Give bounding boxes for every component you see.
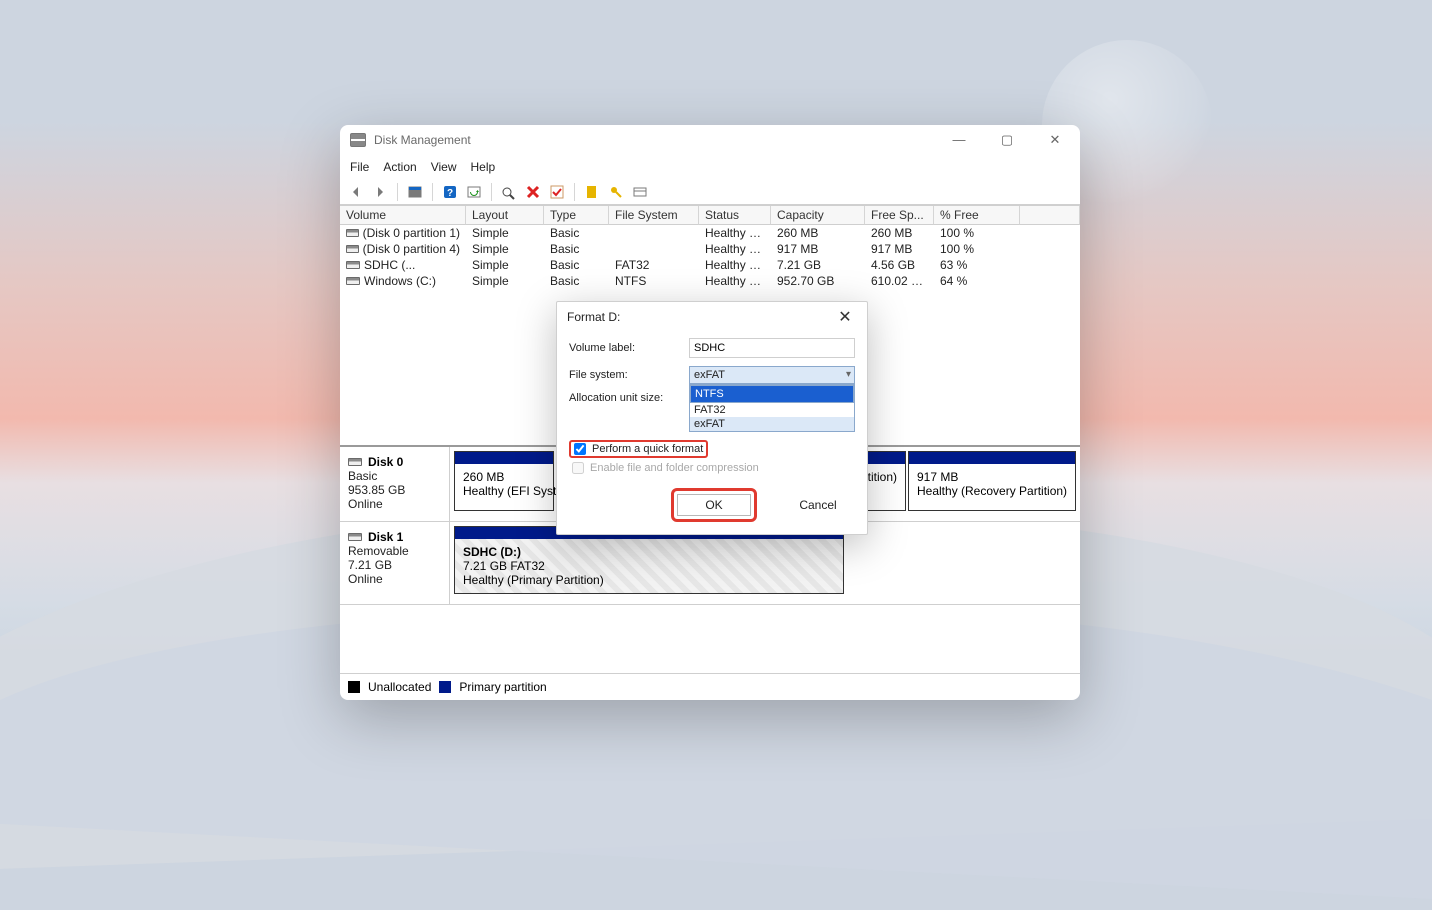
- partition[interactable]: 917 MB Healthy (Recovery Partition): [908, 451, 1076, 511]
- col-volume[interactable]: Volume: [340, 206, 466, 225]
- disk-name: Disk 1: [368, 530, 403, 544]
- action-icon[interactable]: [499, 182, 519, 202]
- table-row[interactable]: (Disk 0 partition 4)SimpleBasicHealthy (…: [340, 241, 1080, 257]
- format-dialog: Format D: ✕ Volume label: File system: e…: [556, 301, 868, 535]
- col-type[interactable]: Type: [544, 206, 609, 225]
- dialog-close-icon[interactable]: ✕: [833, 307, 857, 327]
- table-row[interactable]: SDHC (...SimpleBasicFAT32Healthy (P...7.…: [340, 257, 1080, 273]
- menu-action[interactable]: Action: [383, 160, 416, 174]
- highlight-quick-format: Perform a quick format: [569, 440, 708, 458]
- allocation-label: Allocation unit size:: [569, 392, 689, 404]
- table-row[interactable]: Windows (C:)SimpleBasicNTFSHealthy (B...…: [340, 273, 1080, 289]
- disk-name: Disk 0: [368, 455, 403, 469]
- window-title: Disk Management: [374, 133, 944, 147]
- compression-checkbox: [572, 462, 584, 474]
- list-icon[interactable]: [630, 182, 650, 202]
- compression-label: Enable file and folder compression: [590, 462, 759, 474]
- col-status[interactable]: Status: [699, 206, 771, 225]
- col-filesystem[interactable]: File System: [609, 206, 699, 225]
- col-freespace[interactable]: Free Sp...: [865, 206, 934, 225]
- quick-format-checkbox[interactable]: [574, 443, 586, 455]
- disk-icon: [348, 533, 362, 541]
- filesystem-combobox[interactable]: exFAT ▾ NTFS FAT32 exFAT: [689, 366, 855, 384]
- table-header: Volume Layout Type File System Status Ca…: [340, 206, 1080, 225]
- check-icon[interactable]: [547, 182, 567, 202]
- legend: Unallocated Primary partition: [340, 673, 1080, 700]
- app-icon: [350, 133, 366, 147]
- col-pctfree[interactable]: % Free: [934, 206, 1020, 225]
- svg-text:?: ?: [447, 188, 453, 199]
- menu-help[interactable]: Help: [471, 160, 496, 174]
- minimize-button[interactable]: ―: [944, 132, 974, 148]
- option-ntfs[interactable]: NTFS: [690, 385, 854, 403]
- refresh-icon[interactable]: [464, 182, 484, 202]
- quick-format-label: Perform a quick format: [592, 443, 703, 455]
- legend-swatch-unallocated: [348, 681, 360, 693]
- key-icon[interactable]: [606, 182, 626, 202]
- chevron-down-icon: ▾: [846, 369, 851, 380]
- disk-icon: [348, 458, 362, 466]
- col-capacity[interactable]: Capacity: [771, 206, 865, 225]
- menu-view[interactable]: View: [431, 160, 457, 174]
- menubar: File Action View Help: [340, 155, 1080, 179]
- filesystem-dropdown: NTFS FAT32 exFAT: [689, 384, 855, 432]
- disk-icon: [346, 261, 360, 269]
- menu-file[interactable]: File: [350, 160, 369, 174]
- cancel-button[interactable]: Cancel: [781, 494, 855, 516]
- disk-icon: [346, 277, 360, 285]
- help-icon[interactable]: ?: [440, 182, 460, 202]
- volume-label-input[interactable]: [689, 338, 855, 358]
- col-layout[interactable]: Layout: [466, 206, 544, 225]
- option-fat32[interactable]: FAT32: [690, 403, 854, 417]
- titlebar: Disk Management ― ▢ ✕: [340, 125, 1080, 155]
- toolbar: ?: [340, 179, 1080, 205]
- close-button[interactable]: ✕: [1040, 132, 1070, 148]
- option-exfat[interactable]: exFAT: [690, 417, 854, 431]
- maximize-button[interactable]: ▢: [992, 132, 1022, 148]
- filesystem-label: File system:: [569, 369, 689, 381]
- disk-icon: [346, 229, 359, 237]
- disk-icon: [346, 245, 359, 253]
- highlight-ok-button: OK: [671, 488, 757, 522]
- forward-icon[interactable]: [370, 182, 390, 202]
- back-icon[interactable]: [346, 182, 366, 202]
- legend-swatch-primary: [439, 681, 451, 693]
- partition[interactable]: 260 MB Healthy (EFI Syste: [454, 451, 554, 511]
- delete-icon[interactable]: [523, 182, 543, 202]
- prop-icon[interactable]: [582, 182, 602, 202]
- table-row[interactable]: (Disk 0 partition 1)SimpleBasicHealthy (…: [340, 225, 1080, 241]
- console-icon[interactable]: [405, 182, 425, 202]
- partition-selected[interactable]: SDHC (D:) 7.21 GB FAT32 Healthy (Primary…: [454, 526, 844, 594]
- volume-label-label: Volume label:: [569, 342, 689, 354]
- dialog-title: Format D:: [567, 310, 620, 324]
- ok-button[interactable]: OK: [677, 494, 751, 516]
